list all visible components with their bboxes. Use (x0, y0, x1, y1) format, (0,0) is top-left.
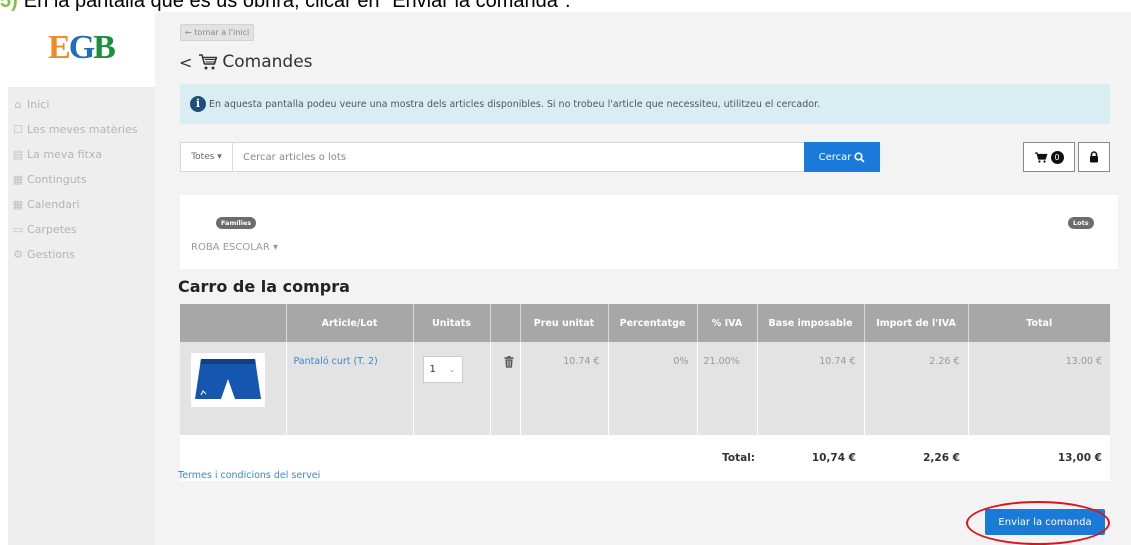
quantity-value: 1 (429, 364, 436, 375)
search-scope-dropdown[interactable]: Totes ▾ (181, 143, 233, 171)
calendar-icon: ▦ (12, 197, 24, 211)
trash-icon[interactable] (498, 356, 514, 368)
terms-link[interactable]: Termes i condicions del servei (178, 470, 320, 481)
base-cell: 10.74 € (757, 342, 865, 435)
sidebar-nav: ⌂ Inici ☐ Les meves matèries ▤ La meva fitx… (8, 92, 155, 267)
search-row: Totes ▾ Cercar 0 (180, 142, 1110, 172)
col-header-total: Total (968, 304, 1110, 342)
remove-cell (490, 342, 521, 435)
sidebar-item-label: Calendari (27, 198, 80, 211)
col-header-actions (490, 304, 521, 342)
info-banner-text: En aquesta pantalla podeu veure una most… (209, 98, 821, 110)
family-dropdown[interactable]: ROBA ESCOLAR ▾ (191, 242, 278, 253)
cart-icon (1034, 151, 1048, 163)
filter-panel: Famílies Lots ROBA ESCOLAR ▾ (180, 195, 1118, 269)
sidebar-item-label: La meva fitxa (27, 148, 103, 161)
app-window: EGB ⌂ Inici ☐ Les meves matèries ▤ La meva … (8, 12, 1131, 545)
product-image (191, 353, 265, 407)
lots-badge: Lots (1068, 217, 1094, 229)
search-input[interactable] (233, 143, 804, 171)
totals-total: 13,00 € (968, 435, 1110, 481)
page-title: < Comandes (179, 52, 313, 72)
cart-item-row: Pantaló curt (T. 2) 1 ⌄ 10.74 € 0% 21.00%… (180, 342, 1110, 435)
lock-button[interactable] (1078, 142, 1110, 172)
col-header-article: Article/Lot (286, 304, 414, 342)
sidebar-item-gestions[interactable]: ⚙ Gestions (8, 242, 155, 267)
quantity-select[interactable]: 1 ⌄ (422, 356, 463, 383)
sidebar-item-label: Les meves matèries (27, 123, 138, 136)
search-button-label: Cercar (818, 151, 852, 163)
sidebar-item-label: Continguts (27, 173, 87, 186)
col-header-image (180, 304, 287, 342)
cart-count-badge: 0 (1050, 150, 1064, 164)
col-header-units: Unitats (413, 304, 491, 342)
sidebar-item-carpetes[interactable]: ▭ Carpetes (8, 217, 155, 242)
cart-table: Article/Lot Unitats Preu unitat Percenta… (180, 304, 1110, 481)
mini-cart-button[interactable]: 0 (1023, 142, 1075, 172)
sidebar: EGB ⌂ Inici ☐ Les meves matèries ▤ La meva … (8, 12, 155, 545)
search-icon (854, 151, 866, 163)
product-image-cell (180, 342, 287, 435)
instruction-caption: 5) En la pantalla que es us obrirà, clica… (0, 0, 571, 12)
logo-container: EGB (8, 12, 155, 87)
home-icon: ⌂ (14, 97, 22, 111)
search-bar: Totes ▾ Cercar (180, 142, 880, 172)
gears-icon: ⚙ (13, 247, 23, 261)
unit-price-cell: 10.74 € (520, 342, 609, 435)
families-badge: Famílies (216, 217, 257, 229)
vat-rate-cell: 21.00% (697, 342, 758, 435)
vat-amount-cell: 2.26 € (864, 342, 969, 435)
col-header-base: Base imposable (757, 304, 865, 342)
chevron-down-icon: ⌄ (448, 365, 456, 374)
totals-label: Total: (697, 435, 757, 481)
percent-cell: 0% (608, 342, 698, 435)
info-banner: i En aquesta pantalla podeu veure una mo… (180, 84, 1110, 124)
sidebar-item-continguts[interactable]: ▦ Continguts (8, 167, 155, 192)
sidebar-item-calendari[interactable]: ▦ Calendari (8, 192, 155, 217)
col-header-vat-amount: Import de l'IVA (864, 304, 969, 342)
lock-icon (1090, 151, 1098, 163)
main-content: ← tornar a l'inici < Comandes i En aques… (155, 12, 1131, 545)
card-icon: ▤ (12, 147, 24, 161)
col-header-vat-rate: % IVA (697, 304, 758, 342)
info-icon: i (190, 96, 206, 112)
folder-icon: ▭ (12, 222, 24, 236)
sidebar-item-label: Carpetes (27, 223, 77, 236)
sidebar-item-fitxa[interactable]: ▤ La meva fitxa (8, 142, 155, 167)
highlight-annotation (966, 501, 1110, 545)
sidebar-item-label: Gestions (27, 248, 75, 261)
grid-icon: ▦ (12, 172, 24, 186)
sidebar-item-inici[interactable]: ⌂ Inici (8, 92, 155, 117)
back-to-home-button[interactable]: ← tornar a l'inici (180, 24, 255, 41)
instruction-step: 5) (0, 0, 18, 12)
instruction-text: En la pantalla que es us obrirà, clicar … (23, 0, 571, 12)
product-name-link[interactable]: Pantaló curt (T. 2) (288, 356, 378, 367)
total-cell: 13.00 € (968, 342, 1110, 435)
totals-base: 10,74 € (757, 435, 864, 481)
back-chevron-icon[interactable]: < (179, 53, 192, 72)
col-header-unit-price: Preu unitat (520, 304, 609, 342)
sidebar-item-label: Inici (27, 98, 50, 111)
product-name-cell: Pantaló curt (T. 2) (286, 342, 414, 435)
square-icon: ☐ (13, 122, 23, 136)
search-button[interactable]: Cercar (804, 142, 880, 172)
quantity-cell: 1 ⌄ (413, 342, 491, 435)
totals-vat-amount: 2,26 € (864, 435, 968, 481)
school-logo: EGB (48, 29, 116, 66)
cart-icon (199, 54, 218, 70)
sidebar-item-materies[interactable]: ☐ Les meves matèries (8, 117, 155, 142)
col-header-percent: Percentatge (608, 304, 698, 342)
page-title-text: Comandes (222, 52, 313, 72)
cart-title: Carro de la compra (178, 277, 350, 296)
cart-header-row: Article/Lot Unitats Preu unitat Percenta… (180, 304, 1110, 342)
